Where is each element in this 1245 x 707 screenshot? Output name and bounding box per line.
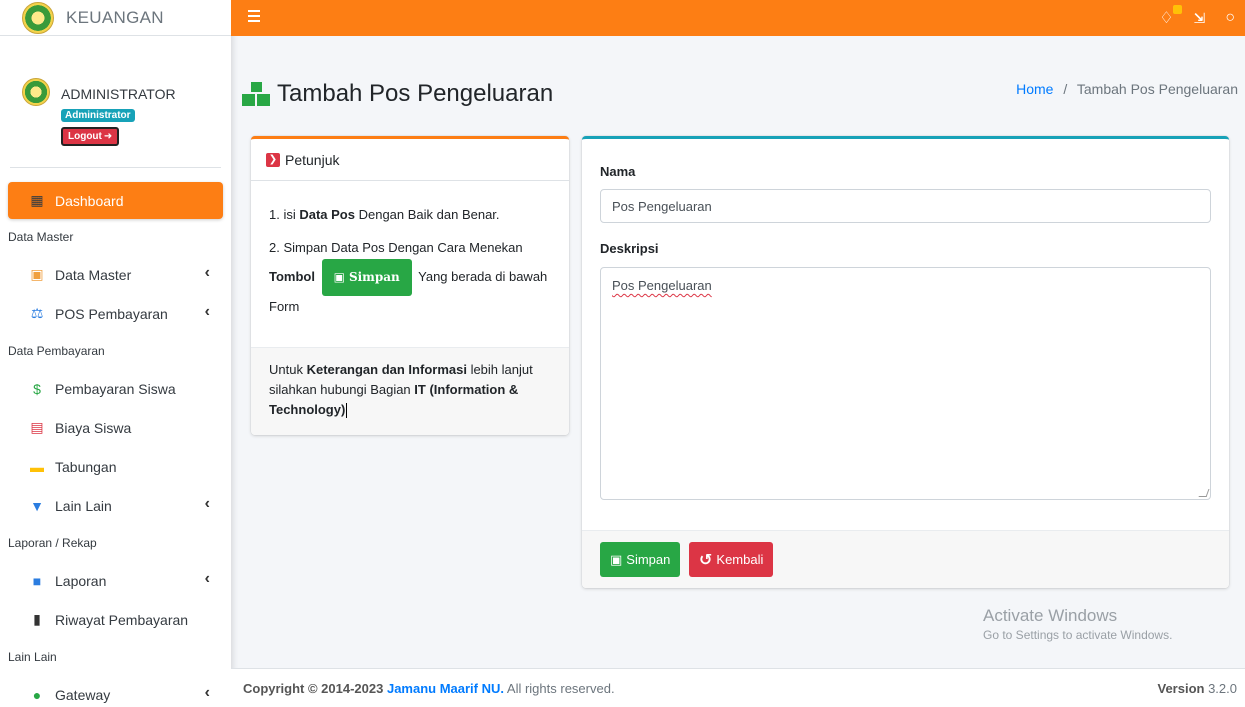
money-bill-icon: ● bbox=[32, 686, 42, 703]
chevron-left-icon: ‹ bbox=[204, 684, 210, 701]
sidebar-section-header: Data Pembayaran bbox=[8, 344, 105, 358]
help-card: ❯ Petunjuk 1. isi Data Pos Dengan Baik d… bbox=[251, 136, 569, 435]
form-card-footer: ▣ Simpan ↺ Kembali bbox=[582, 530, 1229, 588]
avatar bbox=[22, 78, 50, 106]
back-button[interactable]: ↺ Kembali bbox=[689, 542, 774, 577]
help-card-body: 1. isi Data Pos Dengan Baik dan Benar. 2… bbox=[251, 181, 569, 319]
sidebar-nav: ▦ Dashboard Data Master ▣ Data Master ‹ ⚖ POS P… bbox=[0, 182, 231, 707]
sidebar-item-data-master[interactable]: ▣ Data Master ‹ bbox=[8, 255, 223, 294]
resize-handle-icon[interactable] bbox=[1198, 489, 1210, 497]
user-name: ADMINISTRATOR bbox=[61, 86, 176, 102]
invoice-icon: ▤ bbox=[30, 419, 44, 435]
windows-activation-watermark: Activate Windows Go to Settings to activ… bbox=[983, 606, 1173, 642]
floppy-disk-icon: ▣ bbox=[610, 551, 623, 567]
help-card-header: ❯ Petunjuk bbox=[251, 139, 569, 181]
sidebar-item-pos-pembayaran[interactable]: ⚖ POS Pembayaran ‹ bbox=[8, 294, 223, 333]
user-icon[interactable]: ○ bbox=[1225, 9, 1235, 27]
sidebar-divider bbox=[10, 167, 221, 168]
sidebar-item-label: Pembayaran Siswa bbox=[55, 380, 176, 397]
clipboard-icon: ▮ bbox=[33, 611, 41, 627]
breadcrumb: Home / Tambah Pos Pengeluaran bbox=[1016, 81, 1238, 97]
chevron-right-icon: ❯ bbox=[266, 152, 280, 167]
dollar-circle-icon: $ bbox=[33, 380, 41, 397]
notification-badge bbox=[1172, 5, 1182, 14]
form-card: Nama Pos Pengeluaran Deskripsi Pos Penge… bbox=[582, 136, 1229, 588]
sidebar-item-label: Dashboard bbox=[55, 192, 124, 209]
description-label: Deskripsi bbox=[600, 241, 659, 256]
example-save-button: ▣ Simpan bbox=[321, 259, 412, 297]
logo-icon bbox=[22, 1, 54, 34]
name-input[interactable]: Pos Pengeluaran bbox=[600, 189, 1211, 223]
sidebar-section-header: Data Master bbox=[8, 230, 74, 244]
sidebar-item-label: Riwayat Pembayaran bbox=[55, 611, 189, 628]
balance-scale-icon: ⚖ bbox=[30, 305, 44, 321]
sidebar-item-label: Laporan bbox=[55, 572, 107, 589]
sidebar-item-lain-lain[interactable]: ▼ Lain Lain ‹ bbox=[8, 486, 223, 525]
sidebar-item-label: Lain Lain bbox=[55, 497, 112, 514]
breadcrumb-current: Tambah Pos Pengeluaran bbox=[1076, 81, 1238, 97]
brand-link[interactable]: KEUANGAN bbox=[0, 0, 231, 36]
logout-button[interactable]: Logout ➜ bbox=[61, 127, 120, 146]
copy-icon: ■ bbox=[32, 572, 42, 589]
save-button[interactable]: ▣ Simpan bbox=[600, 542, 681, 577]
fullscreen-icon[interactable]: ⇲ bbox=[1194, 10, 1206, 27]
topbar: ♢ ⇲ ○ bbox=[231, 0, 1245, 36]
help-step-1: 1. isi Data Pos Dengan Baik dan Benar. bbox=[269, 207, 500, 222]
sidebar-section-header: Laporan / Rekap bbox=[8, 536, 97, 550]
sidebar: KEUANGAN ADMINISTRATOR Administrator Log… bbox=[0, 0, 231, 707]
sidebar-item-label: Gateway bbox=[55, 686, 111, 703]
sidebar-item-label: Data Master bbox=[55, 266, 132, 283]
name-label: Nama bbox=[600, 164, 636, 179]
chevron-left-icon: ‹ bbox=[204, 264, 210, 281]
boxes-icon bbox=[242, 82, 271, 106]
brand-title: KEUANGAN bbox=[66, 7, 164, 27]
copyright: Copyright © 2014-2023 Jamanu Maarif NU. … bbox=[243, 680, 615, 696]
version-info: Version 3.2.0 bbox=[1157, 680, 1237, 696]
chevron-left-icon: ‹ bbox=[204, 495, 210, 512]
help-card-title: Petunjuk bbox=[285, 151, 340, 168]
chevron-left-icon: ‹ bbox=[204, 303, 210, 320]
sidebar-item-laporan[interactable]: ■ Laporan ‹ bbox=[8, 561, 223, 600]
sidebar-item-label: POS Pembayaran bbox=[55, 305, 168, 322]
sidebar-item-tabungan[interactable]: ▬ Tabungan bbox=[8, 447, 223, 486]
sign-out-icon: ➜ bbox=[103, 131, 113, 142]
company-link[interactable]: Jamanu Maarif NU. bbox=[387, 681, 504, 696]
breadcrumb-separator: / bbox=[1063, 81, 1068, 97]
sidebar-item-dashboard[interactable]: ▦ Dashboard bbox=[8, 182, 223, 219]
chevron-left-icon: ‹ bbox=[204, 570, 210, 587]
grid-icon: ▦ bbox=[30, 192, 44, 208]
boxes-icon: ▣ bbox=[30, 266, 44, 282]
notification-bell-icon[interactable]: ♢ bbox=[1159, 5, 1182, 28]
menu-toggle-icon[interactable] bbox=[248, 10, 260, 24]
help-step-2: 2. Simpan Data Pos Dengan Cara Menekan T… bbox=[269, 239, 548, 315]
description-textarea[interactable]: Pos Pengeluaran bbox=[600, 267, 1211, 500]
sidebar-item-label: Tabungan bbox=[55, 458, 117, 475]
sidebar-item-gateway[interactable]: ● Gateway ‹ bbox=[8, 675, 223, 707]
sidebar-item-pembayaran-siswa[interactable]: $ Pembayaran Siswa bbox=[8, 369, 223, 408]
sidebar-section-header: Lain Lain bbox=[8, 650, 57, 664]
sidebar-item-biaya-siswa[interactable]: ▤ Biaya Siswa bbox=[8, 408, 223, 447]
sidebar-item-label: Biaya Siswa bbox=[55, 419, 132, 436]
role-badge: Administrator bbox=[61, 109, 135, 122]
funnel-dollar-icon: ▼ bbox=[30, 497, 44, 514]
help-card-footer: Untuk Keterangan dan Informasi lebih lan… bbox=[251, 347, 569, 435]
undo-icon: ↺ bbox=[699, 551, 713, 569]
wallet-icon: ▬ bbox=[30, 458, 44, 475]
breadcrumb-home-link[interactable]: Home bbox=[1016, 81, 1053, 97]
text-cursor bbox=[346, 403, 348, 419]
footer: Copyright © 2014-2023 Jamanu Maarif NU. … bbox=[231, 668, 1245, 707]
page-title: Tambah Pos Pengeluaran bbox=[242, 80, 553, 108]
sidebar-item-riwayat-pembayaran[interactable]: ▮ Riwayat Pembayaran bbox=[8, 600, 223, 639]
floppy-disk-icon: ▣ bbox=[333, 270, 345, 285]
